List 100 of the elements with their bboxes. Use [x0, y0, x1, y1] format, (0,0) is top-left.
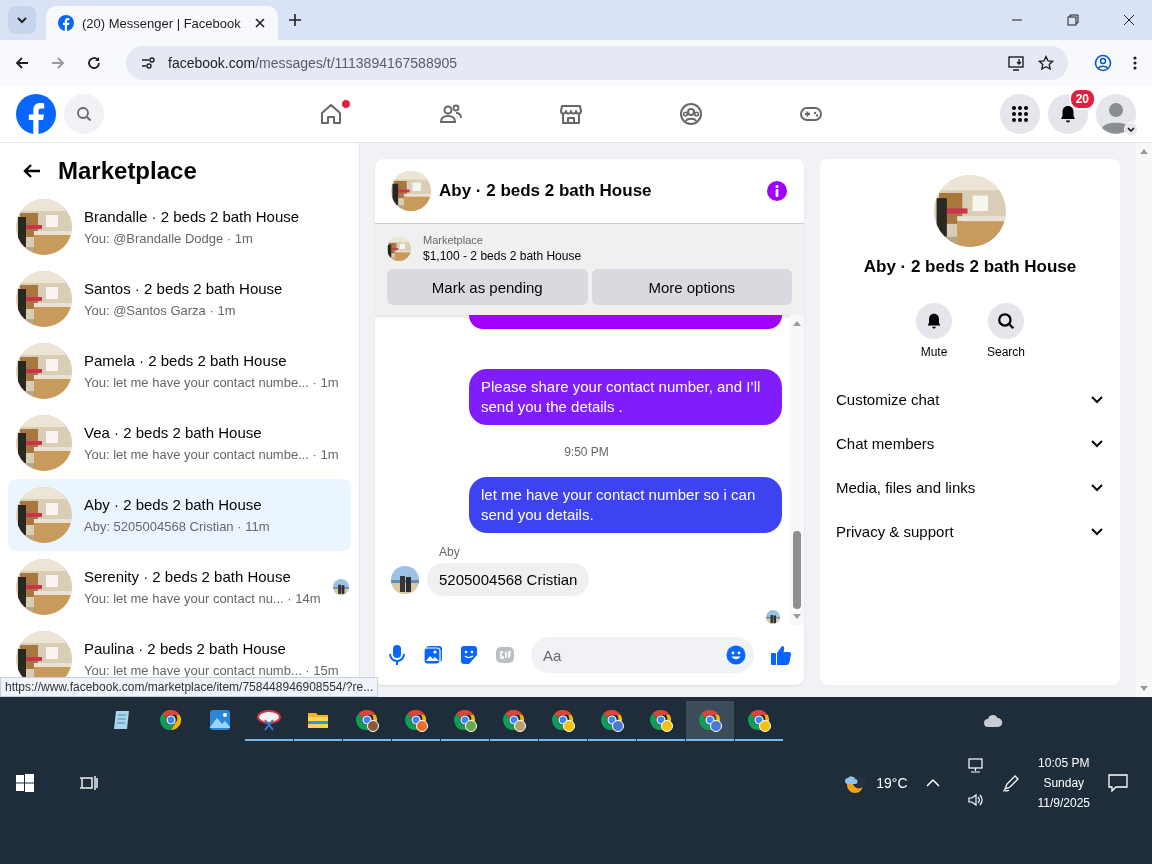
volume-icon[interactable] — [967, 792, 984, 808]
scroll-thumb[interactable] — [793, 531, 801, 609]
conversation-item[interactable]: Brandalle · 2 beds 2 bath House You: @Brandalle Dodge · 1m — [8, 191, 351, 263]
chat-title: Aby · 2 beds 2 bath House — [439, 181, 653, 201]
conversation-item[interactable]: Serenity · 2 beds 2 bath House You: let me have your contact nu... · 14m — [8, 551, 351, 623]
conversation-preview: You: let me have your contact nu... · 14m — [84, 590, 321, 607]
sender-name: Aby — [439, 545, 461, 559]
weather-temperature[interactable]: 19°C — [876, 775, 908, 791]
plus-icon[interactable] — [288, 13, 302, 27]
chrome-icon — [551, 708, 575, 732]
forward-icon[interactable] — [50, 55, 66, 71]
emoji-icon[interactable] — [726, 645, 746, 665]
conversation-preview: You: let me have your contact numbe... · 1m — [84, 374, 340, 391]
chevron-down-icon — [16, 14, 28, 26]
chevron-up-icon[interactable] — [925, 778, 940, 788]
section-header[interactable]: Chat members — [828, 421, 1112, 465]
conversation-item[interactable]: Aby · 2 beds 2 bath House Aby: 5205004568 Cristian · 11m — [8, 479, 351, 551]
clock-day[interactable]: Sunday — [1043, 776, 1085, 790]
conversation-item[interactable]: Vea · 2 beds 2 bath House You: let me have your contact numbe... · 1m — [8, 407, 351, 479]
chrome-icon — [355, 708, 379, 732]
back-icon[interactable] — [14, 55, 30, 71]
photos-icon — [208, 708, 232, 732]
notifications-button[interactable] — [1048, 94, 1088, 134]
tab-search-button[interactable] — [8, 6, 36, 34]
image-icon[interactable] — [423, 645, 443, 665]
message-bubble: let me have your contact number so i can send you details. — [469, 477, 782, 533]
pen-icon[interactable] — [1001, 774, 1020, 792]
clock-date[interactable]: 11/9/2025 — [1037, 796, 1090, 810]
facebook-logo[interactable] — [16, 94, 56, 134]
notification-badge: 20 — [1068, 88, 1096, 110]
address-field[interactable]: facebook.com/messages/t/1113894167588905 — [126, 46, 1068, 80]
chrome-icon — [159, 708, 183, 732]
scroll-up-icon[interactable] — [792, 319, 802, 327]
site-settings-icon — [140, 55, 156, 71]
scroll-down-icon[interactable] — [1139, 685, 1149, 693]
groups-icon — [679, 102, 703, 126]
sidebar-title: Marketplace — [58, 157, 197, 185]
task-view-icon[interactable] — [80, 774, 98, 792]
star-icon[interactable] — [1038, 55, 1054, 71]
section-header[interactable]: Media, files and links — [828, 465, 1112, 509]
conversation-preview: You: let me have your contact numbe... · 1m — [84, 446, 340, 463]
grid-icon — [1010, 104, 1030, 124]
restore-icon[interactable] — [1067, 14, 1079, 26]
info-icon[interactable] — [766, 180, 788, 202]
chrome-icon — [502, 708, 526, 732]
listing-button[interactable]: More options — [591, 269, 792, 305]
notification-center-icon[interactable] — [1108, 774, 1128, 792]
search-icon — [997, 312, 1015, 330]
facebook-icon — [58, 15, 74, 31]
chrome-icon — [698, 708, 722, 732]
more-icon[interactable] — [1132, 55, 1138, 71]
section-header[interactable]: Customize chat — [828, 377, 1112, 421]
reload-icon[interactable] — [86, 55, 102, 71]
message-field[interactable]: Aa — [531, 637, 754, 673]
page-scrollbar[interactable] — [1136, 143, 1152, 697]
tab-title: (20) Messenger | Facebook — [82, 15, 242, 31]
listing-title: $1,100 - 2 beds 2 bath House — [423, 249, 582, 263]
conversation-name: Aby · 2 beds 2 bath House — [84, 495, 263, 514]
clock-time[interactable]: 10:05 PM — [1038, 756, 1090, 770]
close-icon[interactable] — [1123, 14, 1135, 26]
install-icon[interactable] — [1008, 55, 1026, 71]
menu-button[interactable] — [1000, 94, 1040, 134]
chrome-icon — [747, 708, 771, 732]
listing-label: Marketplace — [423, 234, 484, 246]
search-button[interactable] — [64, 94, 104, 134]
details-title: Aby · 2 beds 2 bath House — [863, 257, 1077, 277]
listing-button[interactable]: Mark as pending — [387, 269, 588, 305]
bell-icon — [925, 312, 943, 330]
thumbs-up-icon[interactable] — [770, 644, 792, 666]
conversation-name: Vea · 2 beds 2 bath House — [84, 423, 263, 442]
message-bubble: Please share your contact number, and I’ll send you the details . — [469, 369, 782, 425]
conversation-preview: You: @Santos Garza · 1m — [84, 302, 237, 319]
conversation-item[interactable]: Pamela · 2 beds 2 bath House You: let me have your contact numbe... · 1m — [8, 335, 351, 407]
account-button[interactable] — [1096, 94, 1136, 134]
network-icon[interactable] — [967, 758, 984, 774]
conversation-name: Santos · 2 beds 2 bath House — [84, 279, 284, 298]
close-icon[interactable] — [254, 17, 266, 29]
browser-tab[interactable]: (20) Messenger | Facebook — [46, 6, 278, 40]
search-icon — [76, 106, 92, 122]
message-bubble: 5205004568 Cristian — [427, 563, 590, 596]
conversation-name: Paulina · 2 beds 2 bath House — [84, 639, 287, 658]
cloud-icon[interactable] — [983, 714, 1003, 728]
taskbar-app[interactable] — [686, 701, 734, 741]
people-icon — [439, 102, 463, 126]
windows-start-icon[interactable] — [16, 774, 34, 792]
chrome-icon — [453, 708, 477, 732]
profile-icon[interactable] — [1094, 54, 1112, 72]
microphone-icon[interactable] — [387, 644, 407, 666]
action-button[interactable]: Search — [980, 303, 1032, 359]
section-header[interactable]: Privacy & support — [828, 509, 1112, 553]
bell-icon — [1058, 104, 1078, 124]
conversation-preview: Aby: 5205004568 Cristian · 11m — [84, 518, 271, 535]
scroll-down-icon[interactable] — [792, 613, 802, 621]
action-button[interactable]: Mute — [908, 303, 960, 359]
chrome-icon — [600, 708, 624, 732]
conversation-item[interactable]: Santos · 2 beds 2 bath House You: @Santos Garza · 1m — [8, 263, 351, 335]
scrollbar[interactable] — [790, 315, 804, 625]
chrome-icon — [649, 708, 673, 732]
scroll-up-icon[interactable] — [1139, 147, 1149, 155]
sticker-icon[interactable] — [459, 645, 479, 665]
